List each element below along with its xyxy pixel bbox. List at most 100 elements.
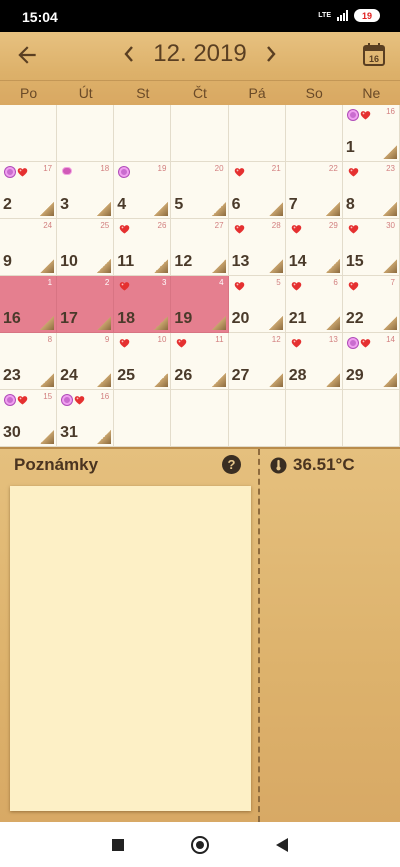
calendar-empty-cell	[228, 105, 286, 162]
calendar-day-cell[interactable]: 13 28	[285, 333, 343, 390]
calendar-day-cell[interactable]: 10 25	[114, 333, 172, 390]
page-curl-icon	[40, 259, 55, 273]
day-number: 4	[117, 196, 127, 213]
day-markers	[234, 224, 245, 234]
cycle-day-number: 25	[100, 221, 110, 230]
calendar-day-cell[interactable]: 27 12	[171, 219, 229, 276]
day-markers	[291, 224, 302, 234]
day-number: 18	[117, 310, 136, 327]
cycle-day-number: 8	[47, 335, 53, 344]
page-curl-icon	[325, 259, 340, 273]
calendar-day-cell[interactable]: 16 31	[57, 390, 115, 447]
day-markers	[234, 281, 245, 291]
calendar-day-cell[interactable]: 24 9	[0, 219, 58, 276]
calendar-day-cell[interactable]: 16 1	[342, 105, 400, 162]
calendar-day-cell[interactable]: 22 7	[285, 162, 343, 219]
calendar-day-cell[interactable]: 23 8	[342, 162, 400, 219]
day-number: 14	[288, 253, 307, 270]
today-calendar-icon[interactable]: 16	[362, 41, 386, 67]
calendar-day-cell[interactable]: 25 10	[57, 219, 115, 276]
temperature-display[interactable]: 36.51°C	[270, 455, 355, 475]
next-month-button[interactable]	[262, 43, 280, 65]
page-curl-icon	[40, 373, 55, 387]
day-markers	[348, 224, 359, 234]
cycle-day-number: 12	[271, 335, 281, 344]
flower-icon	[119, 167, 130, 177]
day-markers	[119, 281, 130, 291]
help-icon[interactable]: ?	[222, 455, 241, 474]
calendar-day-cell[interactable]: 18 3	[57, 162, 115, 219]
system-back-button[interactable]	[276, 838, 288, 852]
battery-icon: 19	[354, 9, 380, 22]
heart-icon	[176, 338, 187, 348]
home-button[interactable]	[191, 836, 209, 854]
calendar-empty-cell	[342, 390, 400, 447]
page-curl-icon	[40, 430, 55, 444]
calendar-empty-cell	[0, 105, 58, 162]
heart-icon	[291, 338, 302, 348]
calendar-day-cell[interactable]: 29 14	[285, 219, 343, 276]
calendar-day-cell[interactable]: 19 4	[114, 162, 172, 219]
day-number: 9	[3, 253, 12, 270]
page-curl-icon	[211, 316, 226, 330]
calendar-day-cell[interactable]: 14 29	[342, 333, 400, 390]
calendar-day-cell[interactable]: 15 30	[0, 390, 58, 447]
calendar-day-cell[interactable]: 5 20	[228, 276, 286, 333]
heart-icon	[119, 281, 130, 291]
calendar-day-cell[interactable]: 8 23	[0, 333, 58, 390]
calendar-day-cell[interactable]: 11 26	[171, 333, 229, 390]
calendar-day-cell[interactable]: 9 24	[57, 333, 115, 390]
cycle-day-number: 19	[157, 164, 167, 173]
day-markers	[348, 281, 359, 291]
day-number: 19	[174, 310, 193, 327]
calendar-day-cell[interactable]: 3 18	[114, 276, 172, 333]
calendar-day-cell[interactable]: 26 11	[114, 219, 172, 276]
cycle-day-number: 6	[333, 278, 338, 287]
status-bar: 15:04 LTE 19	[0, 0, 400, 32]
heart-icon	[348, 167, 359, 177]
page-curl-icon	[97, 373, 112, 387]
day-markers	[291, 338, 302, 348]
cycle-day-number: 11	[215, 335, 224, 344]
calendar-day-cell[interactable]: 7 22	[342, 276, 400, 333]
calendar-day-cell[interactable]: 20 5	[171, 162, 229, 219]
calendar-day-cell[interactable]: 2 17	[57, 276, 115, 333]
calendar-day-cell[interactable]: 6 21	[285, 276, 343, 333]
calendar-day-cell[interactable]: 12 27	[228, 333, 286, 390]
heart-icon	[348, 224, 359, 234]
calendar-day-cell[interactable]: 28 13	[228, 219, 286, 276]
day-number: 11	[117, 253, 135, 270]
divider	[0, 447, 400, 449]
page-curl-icon	[382, 373, 397, 387]
page-curl-icon	[382, 202, 397, 216]
day-number: 1	[345, 139, 355, 156]
calendar-day-cell[interactable]: 17 2	[0, 162, 58, 219]
day-markers	[62, 167, 73, 175]
calendar-day-cell[interactable]: 1 16	[0, 276, 58, 333]
page-curl-icon	[211, 373, 226, 387]
recents-button[interactable]	[112, 839, 124, 851]
calendar-day-cell[interactable]: 4 19	[171, 276, 229, 333]
status-time: 15:04	[22, 9, 58, 25]
heart-icon	[360, 110, 371, 120]
calendar-empty-cell	[228, 390, 286, 447]
day-number: 20	[231, 310, 250, 327]
cycle-day-number: 4	[219, 278, 224, 287]
day-number: 8	[345, 196, 355, 213]
flower-icon	[62, 395, 73, 405]
flower-icon	[5, 167, 15, 177]
previous-month-button[interactable]	[120, 43, 138, 65]
calendar-day-cell[interactable]: 21 6	[228, 162, 286, 219]
day-number: 21	[288, 310, 307, 327]
heart-icon	[119, 338, 130, 348]
back-arrow-icon[interactable]	[14, 42, 40, 68]
cycle-day-number: 20	[214, 164, 224, 173]
calendar-day-cell[interactable]: 30 15	[342, 219, 400, 276]
bottom-panel: Poznámky ? 36.51°C	[0, 447, 400, 822]
weekday-label: Čt	[192, 85, 207, 101]
network-type: LTE	[318, 12, 331, 19]
cycle-day-number: 15	[43, 392, 53, 401]
notes-pad[interactable]	[10, 486, 251, 811]
status-icons: LTE 19	[318, 9, 380, 22]
calendar-grid: 16 1 17 2 18 3 19 4 20 5 21 6 22 7 23 8 24 9 25 10 26 11 27 12 2…	[0, 105, 400, 447]
